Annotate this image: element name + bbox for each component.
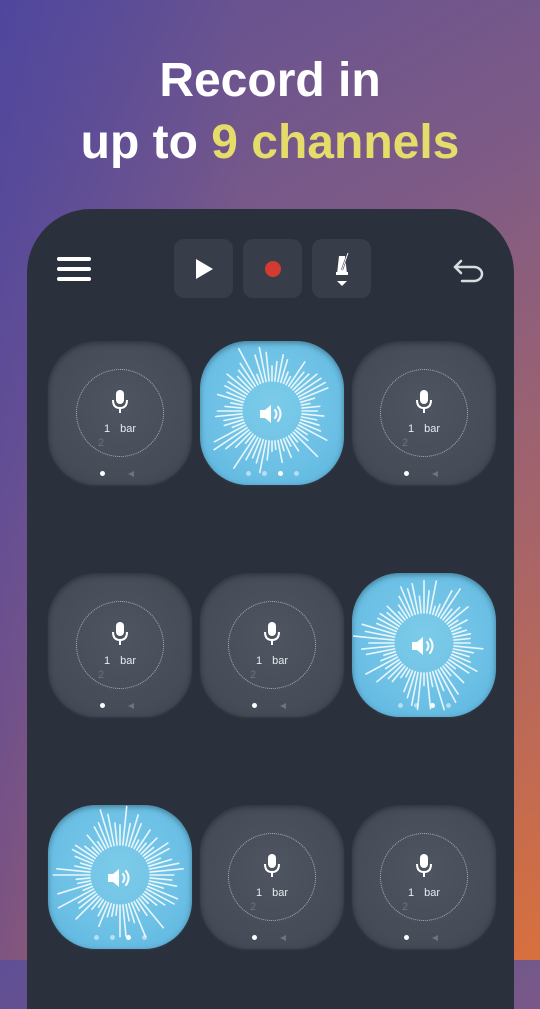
bar-label: bar — [424, 887, 441, 899]
record-icon — [264, 260, 281, 277]
bar-length: 1 bar — [48, 655, 192, 667]
page-dots — [48, 701, 192, 711]
page-dots — [200, 469, 344, 479]
bar-sub-count: 2 — [402, 901, 409, 913]
channel-pad-9[interactable]: 1 bar 2 — [352, 805, 496, 949]
channel-pad-7[interactable] — [48, 805, 192, 949]
app-panel: 1 bar 2 1 bar 2 1 bar 2 1 bar 2 1 bar 2 1 bar 2 — [27, 209, 514, 1009]
microphone-icon — [264, 854, 280, 877]
headline-highlight: 9 channels — [211, 116, 460, 169]
channel-pad-8[interactable]: 1 bar 2 — [200, 805, 344, 949]
channel-pad-5[interactable]: 1 bar 2 — [200, 573, 344, 717]
page-dots — [48, 469, 192, 479]
headline-line-1: Record in — [159, 54, 381, 107]
page-dots — [200, 933, 344, 943]
undo-icon[interactable] — [452, 255, 486, 285]
bar-sub-count: 2 — [98, 669, 105, 681]
speaker-icon — [108, 869, 130, 887]
page-dots — [48, 933, 192, 943]
bar-count: 1 — [255, 655, 263, 667]
record-button[interactable] — [243, 239, 302, 298]
bar-length: 1 bar — [48, 423, 192, 435]
bar-label: bar — [424, 423, 441, 435]
channel-pad-2[interactable] — [200, 341, 344, 485]
bar-label: bar — [272, 655, 289, 667]
bar-label: bar — [120, 655, 137, 667]
bar-length: 1 bar — [352, 887, 496, 899]
bar-count: 1 — [407, 887, 415, 899]
microphone-icon — [112, 622, 128, 645]
channel-pad-1[interactable]: 1 bar 2 — [48, 341, 192, 485]
bar-count: 1 — [103, 655, 111, 667]
bar-count: 1 — [407, 423, 415, 435]
bar-sub-count: 2 — [250, 669, 257, 681]
toolbar — [27, 209, 514, 319]
page-dots — [352, 701, 496, 711]
page-dots — [352, 933, 496, 943]
bar-sub-count: 2 — [250, 901, 257, 913]
speaker-icon — [260, 405, 282, 423]
bar-length: 1 bar — [200, 655, 344, 667]
bar-label: bar — [120, 423, 137, 435]
bar-length: 1 bar — [352, 423, 496, 435]
headline-prefix: up to — [80, 116, 212, 169]
metronome-icon — [335, 252, 349, 286]
channel-pad-3[interactable]: 1 bar 2 — [352, 341, 496, 485]
bar-count: 1 — [103, 423, 111, 435]
play-button[interactable] — [174, 239, 233, 298]
bar-sub-count: 2 — [402, 437, 409, 449]
bar-length: 1 bar — [200, 887, 344, 899]
channel-pad-6[interactable] — [352, 573, 496, 717]
microphone-icon — [112, 390, 128, 413]
headline: Record in up to 9 channels — [0, 50, 540, 174]
page-dots — [200, 701, 344, 711]
bar-label: bar — [272, 887, 289, 899]
headline-line-2: up to 9 channels — [0, 112, 540, 174]
microphone-icon — [416, 854, 432, 877]
bar-sub-count: 2 — [98, 437, 105, 449]
metronome-button[interactable] — [312, 239, 371, 298]
play-icon — [195, 258, 213, 279]
microphone-icon — [416, 390, 432, 413]
hamburger-menu-icon[interactable] — [57, 257, 91, 283]
bar-count: 1 — [255, 887, 263, 899]
page-dots — [352, 469, 496, 479]
speaker-icon — [412, 637, 434, 655]
channel-pad-4[interactable]: 1 bar 2 — [48, 573, 192, 717]
microphone-icon — [264, 622, 280, 645]
